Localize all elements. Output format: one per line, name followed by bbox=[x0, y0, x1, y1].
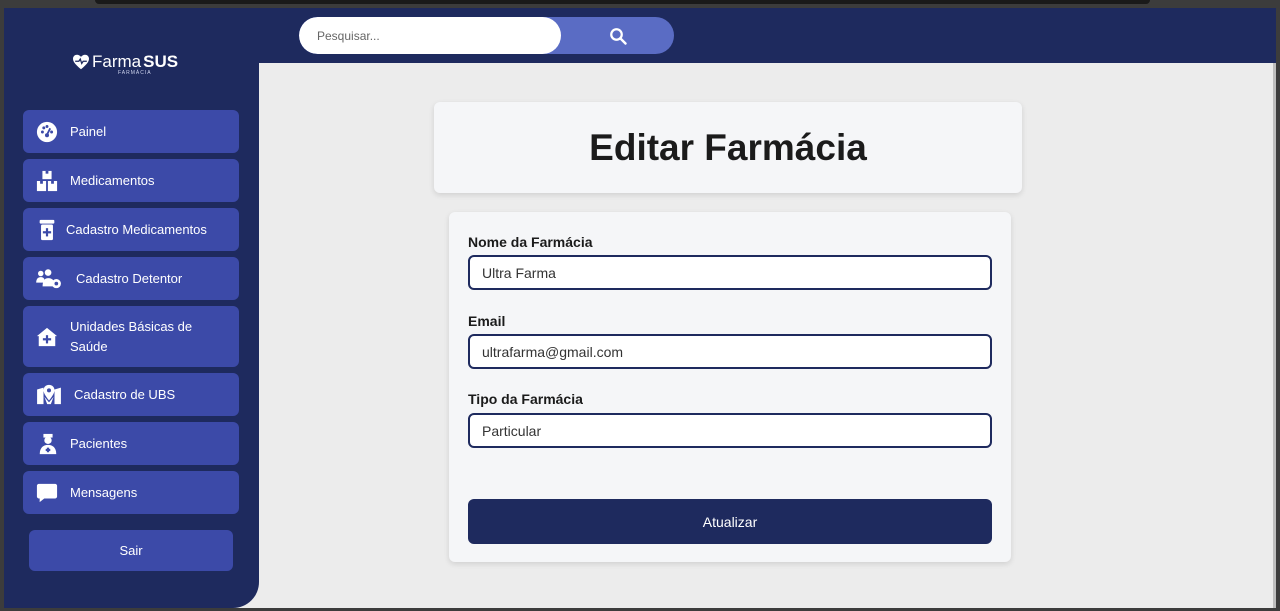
heart-pulse-icon bbox=[73, 54, 89, 70]
sidebar-item-label: Unidades Básicas de Saúde bbox=[70, 318, 193, 354]
house-medical-icon bbox=[36, 327, 58, 346]
email-field[interactable] bbox=[468, 334, 992, 369]
user-nurse-icon bbox=[39, 433, 57, 454]
sidebar-item-mensagens[interactable]: Mensagens bbox=[23, 471, 239, 514]
right-edge-border bbox=[1273, 63, 1276, 608]
pharmacy-name-field[interactable] bbox=[468, 255, 992, 290]
sidebar-item-label: Painel bbox=[70, 123, 107, 139]
update-button[interactable]: Atualizar bbox=[468, 499, 992, 544]
sidebar-item-medicamentos[interactable]: Medicamentos bbox=[23, 159, 239, 202]
sidebar-item-cadastro-detentor[interactable]: Cadastro Detentor bbox=[23, 257, 239, 300]
sidebar-item-label: Cadastro Detentor bbox=[76, 270, 183, 286]
window-top-strip bbox=[95, 0, 1150, 4]
email-label: Email bbox=[468, 313, 506, 329]
boxes-icon bbox=[36, 170, 58, 191]
gauge-icon bbox=[36, 121, 58, 142]
brand-name-light: Farma bbox=[92, 52, 142, 71]
page-title: Editar Farmácia bbox=[589, 126, 867, 168]
search-input[interactable] bbox=[299, 17, 561, 54]
pharmacy-type-field[interactable] bbox=[468, 413, 992, 448]
map-location-icon bbox=[37, 384, 61, 404]
sidebar-item-label: Cadastro de UBS bbox=[74, 386, 176, 402]
logout-button[interactable]: Sair bbox=[29, 530, 233, 571]
users-gear-icon bbox=[36, 268, 61, 288]
sidebar-item-cadastro-medicamentos[interactable]: Cadastro Medicamentos bbox=[23, 208, 239, 251]
title-card: Editar Farmácia bbox=[434, 102, 1022, 193]
app-root: Farma SUS FARMÁCIA Painel Medicamentos C… bbox=[4, 8, 1276, 608]
search-bar bbox=[299, 17, 674, 54]
top-bar bbox=[259, 8, 1276, 63]
sidebar-item-label: Pacientes bbox=[70, 435, 128, 451]
sidebar-item-label: Mensagens bbox=[70, 484, 138, 500]
search-button[interactable] bbox=[561, 17, 674, 54]
prescription-bottle-icon bbox=[39, 219, 55, 240]
pharmacy-type-label: Tipo da Farmácia bbox=[468, 391, 583, 407]
search-icon bbox=[609, 27, 627, 45]
edit-pharmacy-form: Nome da Farmácia Email Tipo da Farmácia … bbox=[449, 212, 1011, 562]
sidebar-item-label: Medicamentos bbox=[70, 172, 155, 188]
window-frame: Farma SUS FARMÁCIA Painel Medicamentos C… bbox=[0, 0, 1280, 611]
brand-name-bold: SUS bbox=[143, 52, 179, 71]
sidebar-item-pacientes[interactable]: Pacientes bbox=[23, 422, 239, 465]
sidebar-item-cadastro-ubs[interactable]: Cadastro de UBS bbox=[23, 373, 239, 416]
sidebar-item-label: Cadastro Medicamentos bbox=[66, 221, 207, 237]
farmasus-logo[interactable]: Farma SUS FARMÁCIA bbox=[72, 52, 192, 82]
pharmacy-name-label: Nome da Farmácia bbox=[468, 234, 593, 250]
sidebar-item-unidades-basicas[interactable]: Unidades Básicas de Saúde bbox=[23, 306, 239, 367]
sidebar-item-painel[interactable]: Painel bbox=[23, 110, 239, 153]
sidebar: Farma SUS FARMÁCIA Painel Medicamentos C… bbox=[4, 8, 259, 608]
message-icon bbox=[36, 483, 58, 502]
